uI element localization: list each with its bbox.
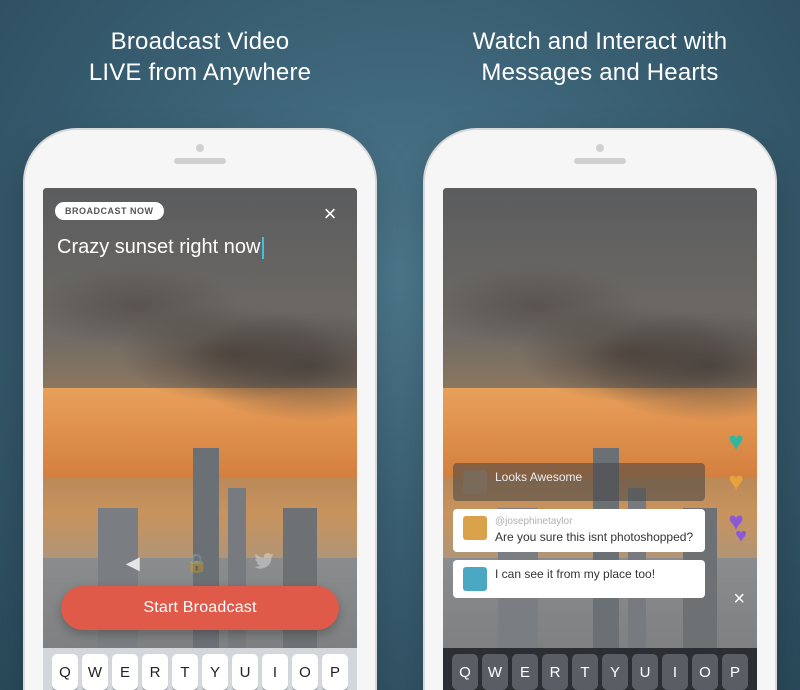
key-O[interactable]: O <box>292 654 318 690</box>
key-U[interactable]: U <box>232 654 258 690</box>
chat-message: I can see it from my place too! <box>453 560 705 598</box>
lock-icon[interactable]: 🔒 <box>186 553 208 574</box>
phone-speaker <box>574 158 626 164</box>
key-U[interactable]: U <box>632 654 658 690</box>
promo-panel-watch: Watch and Interact with Messages and Hea… <box>400 0 800 690</box>
key-I[interactable]: I <box>662 654 688 690</box>
key-T[interactable]: T <box>572 654 598 690</box>
key-W[interactable]: W <box>82 654 108 690</box>
phone-camera-dot <box>596 144 604 152</box>
key-Y[interactable]: Y <box>202 654 228 690</box>
key-Y[interactable]: Y <box>602 654 628 690</box>
hearts-column: ♥ ♥ ♥ ♥ <box>725 428 747 546</box>
phone-screen-broadcast: BROADCAST NOW × Crazy sunset right now ◀… <box>43 188 357 690</box>
key-R[interactable]: R <box>142 654 168 690</box>
twitter-icon[interactable] <box>254 553 274 574</box>
promo-panel-broadcast: Broadcast Video LIVE from Anywhere BROAD… <box>0 0 400 690</box>
phone-frame: BROADCAST NOW × Crazy sunset right now ◀… <box>25 130 375 690</box>
avatar <box>463 567 487 591</box>
phone-camera-dot <box>196 144 204 152</box>
avatar <box>463 516 487 540</box>
live-video-cityscape <box>443 188 757 690</box>
heart-icon[interactable]: ♥ <box>728 468 743 494</box>
key-Q[interactable]: Q <box>52 654 78 690</box>
key-P[interactable]: P <box>722 654 748 690</box>
panel-headline: Broadcast Video LIVE from Anywhere <box>89 26 311 88</box>
dismiss-chat-icon[interactable]: × <box>733 588 745 611</box>
panel-headline: Watch and Interact with Messages and Hea… <box>473 26 728 88</box>
ios-keyboard-dark[interactable]: QWERTYUIOP ASDFGHJKL ⇧ZXCVBNM⌫ <box>443 648 757 690</box>
key-O[interactable]: O <box>692 654 718 690</box>
chat-message-text: Are you sure this isnt photoshopped? <box>495 530 693 544</box>
broadcast-title-input[interactable]: Crazy sunset right now <box>57 236 343 259</box>
viewer-messages: Looks Awesome @josephinetaylor Are you s… <box>453 463 705 598</box>
ios-keyboard-light[interactable]: QWERTYUIOP ASDFGHJKL ⇧ZXCVBNM⌫ <box>43 648 357 690</box>
key-E[interactable]: E <box>512 654 538 690</box>
start-broadcast-button[interactable]: Start Broadcast <box>61 586 339 630</box>
text-caret <box>262 237 264 259</box>
broadcast-title-text: Crazy sunset right now <box>57 236 260 258</box>
key-P[interactable]: P <box>322 654 348 690</box>
phone-screen-watch: ♥ ♥ ♥ ♥ Looks Awesome @josephinetaylor A… <box>443 188 757 690</box>
keyboard-row-1: QWERTYUIOP <box>47 654 353 690</box>
broadcast-now-badge: BROADCAST NOW <box>55 202 164 220</box>
chat-message: @josephinetaylor Are you sure this isnt … <box>453 509 705 552</box>
heart-icon[interactable]: ♥ <box>728 428 743 454</box>
headline-line-2: LIVE from Anywhere <box>89 59 311 86</box>
phone-frame: ♥ ♥ ♥ ♥ Looks Awesome @josephinetaylor A… <box>425 130 775 690</box>
headline-line-1: Broadcast Video <box>111 28 290 55</box>
keyboard-row-1: QWERTYUIOP <box>447 654 753 690</box>
headline-line-1: Watch and Interact with <box>473 28 728 55</box>
phone-speaker <box>174 158 226 164</box>
close-icon[interactable]: × <box>317 202 343 228</box>
key-I[interactable]: I <box>262 654 288 690</box>
location-icon[interactable]: ◀ <box>126 553 140 574</box>
key-T[interactable]: T <box>172 654 198 690</box>
chat-message-text: Looks Awesome <box>495 470 582 485</box>
key-W[interactable]: W <box>482 654 508 690</box>
chat-message: Looks Awesome <box>453 463 705 501</box>
headline-line-2: Messages and Hearts <box>481 59 718 86</box>
broadcast-options-row: ◀ 🔒 <box>43 553 357 574</box>
key-E[interactable]: E <box>112 654 138 690</box>
chat-username: @josephinetaylor <box>495 516 693 529</box>
key-Q[interactable]: Q <box>452 654 478 690</box>
heart-icon[interactable]: ♥ <box>735 526 747 546</box>
key-R[interactable]: R <box>542 654 568 690</box>
avatar <box>463 470 487 494</box>
chat-message-text: I can see it from my place too! <box>495 567 655 582</box>
